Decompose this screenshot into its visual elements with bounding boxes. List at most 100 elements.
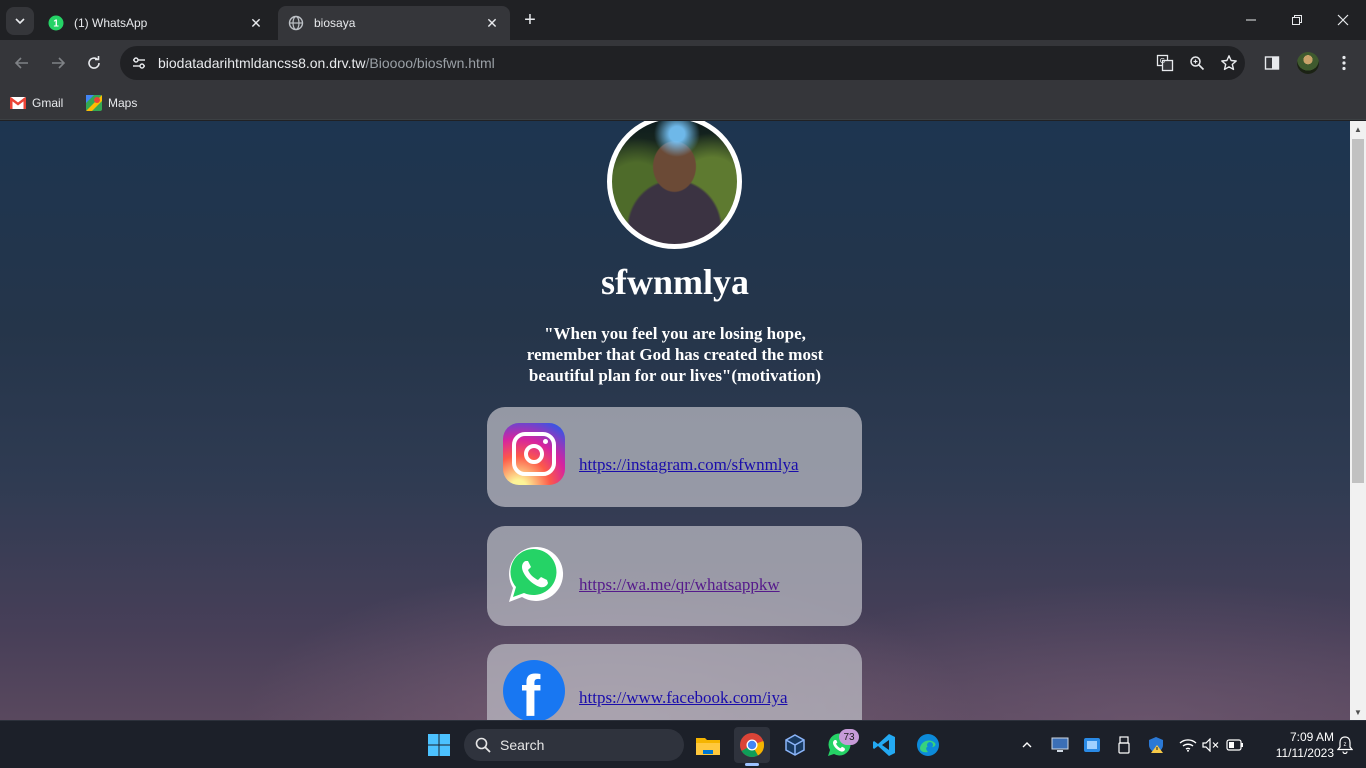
bookmark-star-button[interactable] (1213, 47, 1245, 79)
monitor-icon (1051, 737, 1069, 752)
tab-close-icon[interactable]: ✕ (248, 15, 264, 31)
more-vert-icon (1342, 55, 1346, 71)
bookmark-label: Maps (108, 96, 138, 110)
scroll-down-arrow-icon[interactable]: ▼ (1350, 704, 1366, 720)
virtualbox-icon (785, 734, 805, 756)
arrow-left-icon (14, 57, 28, 69)
folder-icon (696, 738, 720, 755)
forward-button[interactable] (44, 49, 72, 77)
restore-icon (1292, 15, 1302, 25)
svg-text:G: G (1160, 58, 1165, 65)
scroll-up-arrow-icon[interactable]: ▲ (1350, 121, 1366, 137)
profile-button[interactable] (1294, 49, 1322, 77)
url-host: biodatadarihtmldancss8.on.drv.tw (158, 55, 366, 71)
vscode-icon (873, 734, 895, 756)
clock-time: 7:09 AM (1289, 730, 1334, 744)
edge-icon (917, 734, 939, 756)
globe-icon (288, 15, 304, 31)
taskbar-vscode[interactable] (866, 727, 902, 763)
taskbar-clock[interactable]: 7:09 AM 11/11/2023 (1252, 729, 1334, 761)
translate-icon: G (1156, 54, 1174, 72)
windows-taskbar: Search 73 7:09 AM 11/11/2023 z (0, 720, 1366, 768)
svg-text:1: 1 (53, 19, 59, 30)
maps-icon (86, 95, 102, 111)
windows-logo-icon (428, 734, 450, 756)
url-text[interactable]: biodatadarihtmldancss8.on.drv.tw/Bioooo/… (158, 55, 1149, 71)
avatar (1297, 52, 1319, 74)
chevron-down-icon (15, 18, 25, 25)
tray-volume[interactable] (1199, 733, 1223, 757)
wifi-icon (1179, 739, 1197, 752)
close-icon (1337, 14, 1349, 26)
reload-button[interactable] (80, 49, 108, 77)
usb-drive-icon (1118, 736, 1130, 754)
facebook-link[interactable]: https://www.facebook.com/iya (579, 688, 788, 708)
tray-battery[interactable] (1223, 733, 1247, 757)
tune-icon (133, 57, 145, 69)
minimize-icon (1246, 19, 1256, 21)
taskbar-virtualbox[interactable] (777, 727, 813, 763)
taskbar-file-explorer[interactable] (690, 727, 726, 763)
clock-date: 11/11/2023 (1275, 746, 1334, 760)
notification-button[interactable]: z (1336, 735, 1354, 755)
bookmark-maps[interactable]: Maps (86, 92, 137, 114)
tab-close-icon[interactable]: ✕ (484, 15, 500, 31)
instagram-link[interactable]: https://instagram.com/sfwnmlya (579, 455, 799, 475)
shield-warning-icon (1149, 737, 1163, 753)
minimize-button[interactable] (1228, 0, 1274, 40)
reload-icon (88, 56, 100, 69)
taskbar-search[interactable]: Search (464, 729, 684, 761)
chevron-up-icon (1022, 742, 1032, 748)
motivation-quote: "When you feel you are losing hope, reme… (526, 324, 824, 385)
chrome-menu-button[interactable] (1330, 49, 1358, 77)
arrow-right-icon (52, 57, 66, 69)
whatsapp-icon: 1 (48, 15, 64, 31)
page-viewport: sfwnmlya "When you feel you are losing h… (0, 121, 1350, 720)
start-button[interactable] (421, 727, 457, 763)
tray-usb[interactable] (1112, 733, 1136, 757)
volume-muted-icon (1202, 738, 1219, 752)
taskbar-edge[interactable] (910, 727, 946, 763)
page-title: sfwnmlya (600, 262, 749, 302)
bookmark-label: Gmail (32, 96, 64, 110)
battery-icon (1226, 739, 1243, 751)
restore-button[interactable] (1274, 0, 1320, 40)
address-bar[interactable]: biodatadarihtmldancss8.on.drv.tw/Bioooo/… (120, 46, 1245, 80)
facebook-card: f https://www.facebook.com/iya (487, 644, 862, 720)
close-window-button[interactable] (1320, 0, 1366, 40)
bookmark-gmail[interactable]: Gmail (10, 92, 63, 114)
tab-biosaya[interactable]: biosaya ✕ (278, 6, 510, 40)
whatsapp-link[interactable]: https://wa.me/qr/whatsappkw (579, 575, 780, 595)
new-tab-button[interactable]: + (520, 10, 540, 30)
bookmarks-bar: Gmail Maps (0, 86, 1366, 120)
browser-toolbar: biodatadarihtmldancss8.on.drv.tw/Bioooo/… (0, 40, 1366, 86)
tab-search-button[interactable] (6, 7, 34, 35)
star-icon (1221, 55, 1237, 71)
tray-monitor[interactable] (1048, 733, 1072, 757)
tray-overflow-button[interactable] (1015, 733, 1039, 757)
tray-wifi[interactable] (1176, 733, 1200, 757)
whatsapp-unread-badge: 73 (839, 729, 859, 745)
vertical-scrollbar[interactable]: ▲ ▼ (1350, 121, 1366, 720)
back-button[interactable] (8, 49, 36, 77)
tray-app[interactable] (1080, 733, 1104, 757)
instagram-card: https://instagram.com/sfwnmlya (487, 407, 862, 507)
facebook-icon: f (503, 660, 567, 720)
zoom-button[interactable] (1181, 47, 1213, 79)
zoom-icon (1190, 56, 1205, 71)
tab-whatsapp[interactable]: 1 (1) WhatsApp ✕ (38, 6, 274, 40)
tray-security[interactable] (1144, 733, 1168, 757)
scrollbar-thumb[interactable] (1352, 139, 1364, 483)
whatsapp-icon (503, 542, 567, 606)
url-path: /Bioooo/biosfwn.html (365, 55, 495, 71)
translate-button[interactable]: G (1149, 47, 1181, 79)
search-placeholder: Search (500, 737, 545, 753)
search-icon (474, 736, 492, 754)
side-panel-button[interactable] (1258, 49, 1286, 77)
tab-title: (1) WhatsApp (74, 16, 148, 30)
whatsapp-card: https://wa.me/qr/whatsappkw (487, 526, 862, 626)
gmail-icon (10, 95, 26, 111)
taskbar-chrome[interactable] (734, 727, 770, 766)
site-info-button[interactable] (122, 46, 156, 80)
svg-text:z: z (1344, 742, 1347, 748)
